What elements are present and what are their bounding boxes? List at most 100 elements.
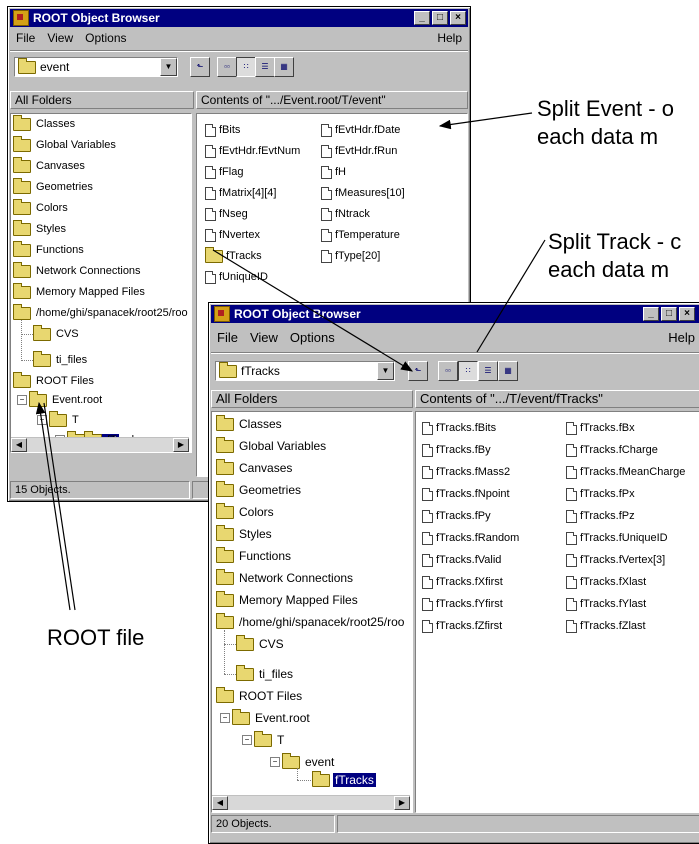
tree-item-event-root[interactable]: − Event.root [17, 390, 104, 408]
close-button[interactable]: × [679, 307, 695, 321]
menu-help[interactable]: Help [662, 330, 699, 345]
list-item[interactable]: fTemperature [321, 227, 400, 243]
tree-item-ftracks[interactable]: fTracks [312, 770, 376, 788]
collapse-icon[interactable]: − [37, 415, 47, 425]
list-item[interactable]: fTracks.fPy [422, 508, 491, 524]
list-item[interactable]: fTracks.fPx [566, 486, 635, 502]
list-item[interactable]: fTracks.fCharge [566, 442, 658, 458]
list-item[interactable]: fTracks.fNpoint [422, 486, 510, 502]
list-item[interactable]: fTracks.fXlast [566, 574, 646, 590]
tree-item-ti-files[interactable]: ti_files [236, 664, 295, 682]
list-item[interactable]: fTracks.fBits [422, 420, 496, 436]
tree-item-geometries[interactable]: Geometries [216, 480, 303, 498]
scroll-left-button[interactable]: ◀ [11, 438, 27, 452]
maximize-button[interactable]: □ [661, 307, 677, 321]
details-view-button[interactable]: ▦ [274, 57, 294, 77]
small-icons-button[interactable]: ∷ [458, 361, 478, 381]
tree-item-ti-files[interactable]: ti_files [33, 350, 89, 368]
menu-options[interactable]: Options [79, 31, 132, 45]
tree-item-global-variables[interactable]: Global Variables [216, 436, 328, 454]
collapse-icon[interactable]: − [220, 713, 230, 723]
list-item[interactable]: fTracks.fYlast [566, 596, 646, 612]
tree-item-memory-mapped-files[interactable]: Memory Mapped Files [13, 282, 147, 300]
list-item[interactable]: fTracks.fBy [422, 442, 491, 458]
list-item[interactable]: fNseg [205, 206, 248, 222]
title-bar[interactable]: ROOT Object Browser _ □ × [10, 9, 468, 27]
tree-item-root-files[interactable]: ROOT Files [13, 371, 96, 389]
tree-item-styles[interactable]: Styles [216, 524, 274, 542]
list-item[interactable]: fFlag [205, 164, 243, 180]
maximize-button[interactable]: □ [432, 11, 448, 25]
tree-item-t[interactable]: − T [37, 410, 81, 428]
tree-item-classes[interactable]: Classes [13, 114, 77, 132]
tree-item-event[interactable]: −event [270, 752, 336, 770]
tree-item-colors[interactable]: Colors [216, 502, 276, 520]
tree-item-geometries[interactable]: Geometries [13, 177, 95, 195]
minimize-button[interactable]: _ [643, 307, 659, 321]
tree-item-t[interactable]: − T [242, 730, 286, 748]
close-button[interactable]: × [450, 11, 466, 25]
menu-file[interactable]: File [10, 31, 41, 45]
list-item[interactable]: fTracks.fXfirst [422, 574, 503, 590]
location-combo[interactable]: fTracks ▼ [215, 361, 395, 381]
collapse-icon[interactable]: − [242, 735, 252, 745]
tree-item-event-root[interactable]: − Event.root [220, 708, 312, 726]
tree-item-styles[interactable]: Styles [13, 219, 68, 237]
list-item[interactable]: fType[20] [321, 248, 380, 264]
list-item[interactable]: fTracks.fPz [566, 508, 635, 524]
list-item[interactable]: fTracks.fZfirst [422, 618, 502, 634]
up-folder-button[interactable]: ⬑ [190, 57, 210, 77]
list-item[interactable]: fTracks.fBx [566, 420, 635, 436]
tree-hscrollbar[interactable]: ◀ ▶ [11, 437, 189, 452]
list-item[interactable]: fEvtHdr.fRun [321, 143, 397, 159]
scroll-right-button[interactable]: ▶ [173, 438, 189, 452]
tree-item-global-variables[interactable]: Global Variables [13, 135, 118, 153]
menu-help[interactable]: Help [431, 31, 468, 45]
small-icons-button[interactable]: ∷ [236, 57, 256, 77]
menu-file[interactable]: File [211, 330, 244, 345]
list-item[interactable]: fNtrack [321, 206, 370, 222]
tree-item-root-files[interactable]: ROOT Files [216, 686, 304, 704]
list-item[interactable]: fTracks.fZlast [566, 618, 646, 634]
menu-options[interactable]: Options [284, 330, 341, 345]
up-folder-button[interactable]: ⬑ [408, 361, 428, 381]
tree-item-functions[interactable]: Functions [13, 240, 86, 258]
list-item[interactable]: fBits [205, 122, 240, 138]
list-item[interactable]: fMatrix[4][4] [205, 185, 276, 201]
list-item[interactable]: fTracks.fRandom [422, 530, 519, 546]
tree-item-home-dir[interactable]: /home/ghi/spanacek/root25/roo [216, 612, 406, 630]
chevron-down-icon[interactable]: ▼ [377, 362, 394, 380]
list-view-button[interactable]: ☰ [478, 361, 498, 381]
tree-item-home-dir[interactable]: /home/ghi/spanacek/root25/roo [13, 303, 190, 321]
collapse-icon[interactable]: − [270, 757, 280, 767]
list-item[interactable]: fMeasures[10] [321, 185, 405, 201]
menu-view[interactable]: View [41, 31, 79, 45]
list-item[interactable]: fTracks.fYfirst [422, 596, 503, 612]
list-view-button[interactable]: ☰ [255, 57, 275, 77]
large-icons-button[interactable]: ▫▫ [438, 361, 458, 381]
tree-item-functions[interactable]: Functions [216, 546, 293, 564]
tree-item-canvases[interactable]: Canvases [216, 458, 294, 476]
list-item[interactable]: fTracks.fMass2 [422, 464, 510, 480]
tree-item-canvases[interactable]: Canvases [13, 156, 87, 174]
tree-hscrollbar[interactable]: ◀ ▶ [212, 795, 410, 810]
tree-item-network-connections[interactable]: Network Connections [216, 568, 355, 586]
tree-item-memory-mapped-files[interactable]: Memory Mapped Files [216, 590, 360, 608]
list-item[interactable]: fUniqueID [205, 269, 268, 285]
tree-item-colors[interactable]: Colors [13, 198, 70, 216]
list-item[interactable]: fEvtHdr.fEvtNum [205, 143, 300, 159]
large-icons-button[interactable]: ▫▫ [217, 57, 237, 77]
tree-item-cvs[interactable]: CVS [236, 634, 286, 652]
list-item[interactable]: fTracks.fVertex[3] [566, 552, 665, 568]
list-item[interactable]: fEvtHdr.fDate [321, 122, 400, 138]
title-bar[interactable]: ROOT Object Browser _ □ × [211, 305, 699, 323]
minimize-button[interactable]: _ [414, 11, 430, 25]
scroll-right-button[interactable]: ▶ [394, 796, 410, 810]
collapse-icon[interactable]: − [17, 395, 27, 405]
tree-item-classes[interactable]: Classes [216, 414, 284, 432]
menu-view[interactable]: View [244, 330, 284, 345]
tree-item-cvs[interactable]: CVS [33, 324, 81, 342]
list-item[interactable]: fTracks [205, 246, 262, 264]
list-item[interactable]: fH [321, 164, 346, 180]
details-view-button[interactable]: ▦ [498, 361, 518, 381]
